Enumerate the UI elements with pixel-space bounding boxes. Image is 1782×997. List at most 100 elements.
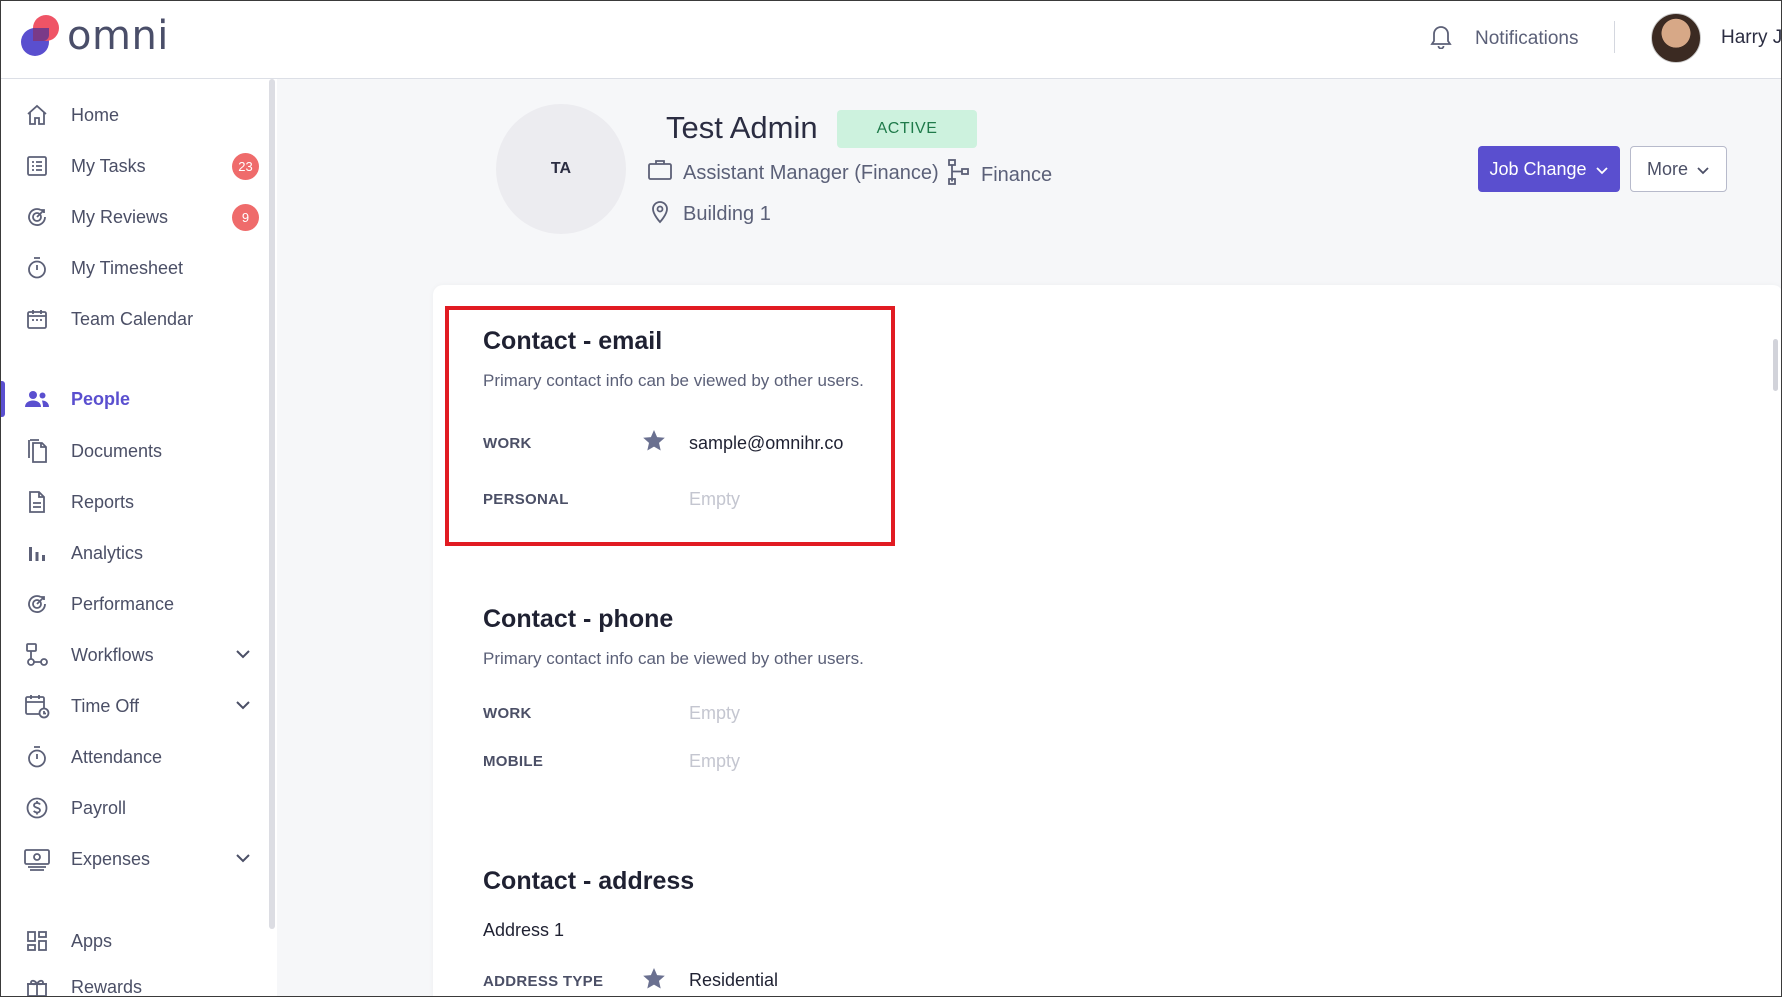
sidebar-item-attendance[interactable]: Attendance bbox=[1, 735, 269, 779]
top-bar: omni Notifications Harry Jo bbox=[1, 1, 1781, 79]
brand-name: omni bbox=[67, 13, 169, 59]
chevron-down-icon bbox=[1696, 159, 1710, 180]
phone-mobile-label: MOBILE bbox=[483, 753, 544, 770]
status-badge: ACTIVE bbox=[837, 110, 977, 148]
performance-icon bbox=[23, 590, 51, 618]
rewards-icon bbox=[23, 973, 51, 996]
more-label: More bbox=[1646, 158, 1688, 179]
job-title-row: Assistant Manager (Finance) bbox=[647, 158, 939, 188]
location: Building 1 bbox=[683, 202, 771, 225]
analytics-icon bbox=[23, 539, 51, 567]
sidebar-item-label: Apps bbox=[71, 930, 113, 951]
header-divider bbox=[1614, 21, 1615, 53]
sidebar-item-payroll[interactable]: Payroll bbox=[1, 786, 269, 830]
attendance-icon bbox=[23, 743, 51, 771]
chevron-down-icon[interactable] bbox=[235, 697, 251, 715]
profile-name: Test Admin bbox=[666, 110, 818, 145]
app-window: omni Notifications Harry Jo Home My Ta bbox=[0, 0, 1782, 997]
sidebar-item-label: Rewards bbox=[71, 976, 143, 997]
contact-address-title: Contact - address bbox=[483, 867, 695, 895]
sidebar-item-label: People bbox=[71, 388, 131, 409]
sidebar-item-my-reviews[interactable]: My Reviews 9 bbox=[1, 195, 269, 239]
reviews-count-badge: 9 bbox=[232, 203, 259, 231]
chevron-down-icon[interactable] bbox=[235, 646, 251, 664]
tasks-count-badge: 23 bbox=[232, 152, 259, 180]
omni-logo-icon bbox=[19, 14, 63, 58]
tasks-icon bbox=[23, 152, 51, 180]
address-type-value[interactable]: Residential bbox=[689, 970, 778, 991]
sidebar-item-label: Analytics bbox=[71, 542, 144, 563]
primary-star-icon bbox=[642, 967, 666, 995]
contact-phone-title: Contact - phone bbox=[483, 605, 674, 633]
sidebar-item-label: Reports bbox=[71, 491, 135, 512]
sidebar-item-label: Time Off bbox=[71, 695, 140, 716]
sidebar-item-label: Expenses bbox=[71, 848, 151, 869]
sidebar-item-label: Performance bbox=[71, 593, 175, 614]
user-name[interactable]: Harry Jo bbox=[1721, 27, 1781, 49]
sidebar-item-home[interactable]: Home bbox=[1, 93, 269, 137]
chevron-down-icon[interactable] bbox=[235, 850, 251, 868]
sidebar-item-documents[interactable]: Documents bbox=[1, 429, 269, 473]
user-avatar[interactable] bbox=[1651, 13, 1701, 63]
sidebar: Home My Tasks 23 My Reviews 9 My Timeshe… bbox=[1, 79, 271, 997]
job-title: Assistant Manager (Finance) bbox=[683, 161, 939, 184]
sidebar-item-my-tasks[interactable]: My Tasks 23 bbox=[1, 144, 269, 188]
sidebar-item-analytics[interactable]: Analytics bbox=[1, 531, 269, 575]
job-change-label: Job Change bbox=[1489, 158, 1587, 179]
briefcase-icon bbox=[647, 158, 673, 188]
sidebar-item-apps[interactable]: Apps bbox=[1, 919, 269, 963]
sidebar-item-label: Attendance bbox=[71, 746, 163, 767]
department-row: Finance bbox=[947, 158, 1052, 192]
sidebar-item-rewards[interactable]: Rewards bbox=[1, 965, 269, 997]
contact-phone-description: Primary contact info can be viewed by ot… bbox=[483, 649, 864, 668]
sidebar-item-label: My Tasks bbox=[71, 155, 146, 176]
address-name: Address 1 bbox=[483, 920, 565, 940]
phone-work-value[interactable]: Empty bbox=[689, 703, 740, 724]
sidebar-scrollbar[interactable] bbox=[269, 79, 275, 929]
sidebar-item-workflows[interactable]: Workflows bbox=[1, 633, 269, 677]
sidebar-item-team-calendar[interactable]: Team Calendar bbox=[1, 297, 269, 341]
department: Finance bbox=[981, 163, 1053, 186]
workflows-icon bbox=[23, 641, 51, 669]
location-row: Building 1 bbox=[647, 198, 771, 230]
sidebar-item-time-off[interactable]: Time Off bbox=[1, 684, 269, 728]
people-icon bbox=[23, 385, 51, 413]
sidebar-item-my-timesheet[interactable]: My Timesheet bbox=[1, 246, 269, 290]
sidebar-item-label: Workflows bbox=[71, 644, 154, 665]
reviews-icon bbox=[23, 203, 51, 231]
notifications-label: Notifications bbox=[1475, 27, 1579, 49]
documents-icon bbox=[23, 437, 51, 465]
omni-logo[interactable]: omni bbox=[19, 14, 169, 58]
sidebar-item-people[interactable]: People bbox=[1, 377, 269, 421]
org-chart-icon bbox=[947, 158, 971, 192]
content-scrollbar[interactable] bbox=[1773, 339, 1778, 391]
sidebar-item-label: Payroll bbox=[71, 797, 127, 818]
chevron-down-icon bbox=[1595, 159, 1609, 180]
home-icon bbox=[23, 101, 51, 129]
sidebar-item-reports[interactable]: Reports bbox=[1, 480, 269, 524]
sidebar-item-label: My Reviews bbox=[71, 206, 169, 227]
highlight-box bbox=[445, 306, 895, 546]
location-pin-icon bbox=[647, 198, 673, 230]
sidebar-item-performance[interactable]: Performance bbox=[1, 582, 269, 626]
phone-work-label: WORK bbox=[483, 705, 532, 722]
sidebar-item-label: Home bbox=[71, 104, 120, 125]
sidebar-item-label: Team Calendar bbox=[71, 308, 194, 329]
job-change-button[interactable]: Job Change bbox=[1478, 146, 1620, 192]
notifications-button[interactable]: Notifications bbox=[1429, 23, 1579, 54]
more-button[interactable]: More bbox=[1630, 146, 1727, 192]
apps-icon bbox=[23, 927, 51, 955]
reports-icon bbox=[23, 488, 51, 516]
payroll-icon bbox=[23, 794, 51, 822]
sidebar-item-label: My Timesheet bbox=[71, 257, 184, 278]
stopwatch-icon bbox=[23, 254, 51, 282]
calendar-icon bbox=[23, 305, 51, 333]
sidebar-item-expenses[interactable]: Expenses bbox=[1, 837, 269, 881]
phone-mobile-value[interactable]: Empty bbox=[689, 751, 740, 772]
profile-avatar: TA bbox=[496, 104, 626, 234]
sidebar-item-label: Documents bbox=[71, 440, 163, 461]
time-off-icon bbox=[23, 692, 51, 720]
profile-initials: TA bbox=[550, 160, 572, 177]
address-type-label: ADDRESS TYPE bbox=[483, 973, 604, 990]
expenses-icon bbox=[23, 845, 51, 873]
